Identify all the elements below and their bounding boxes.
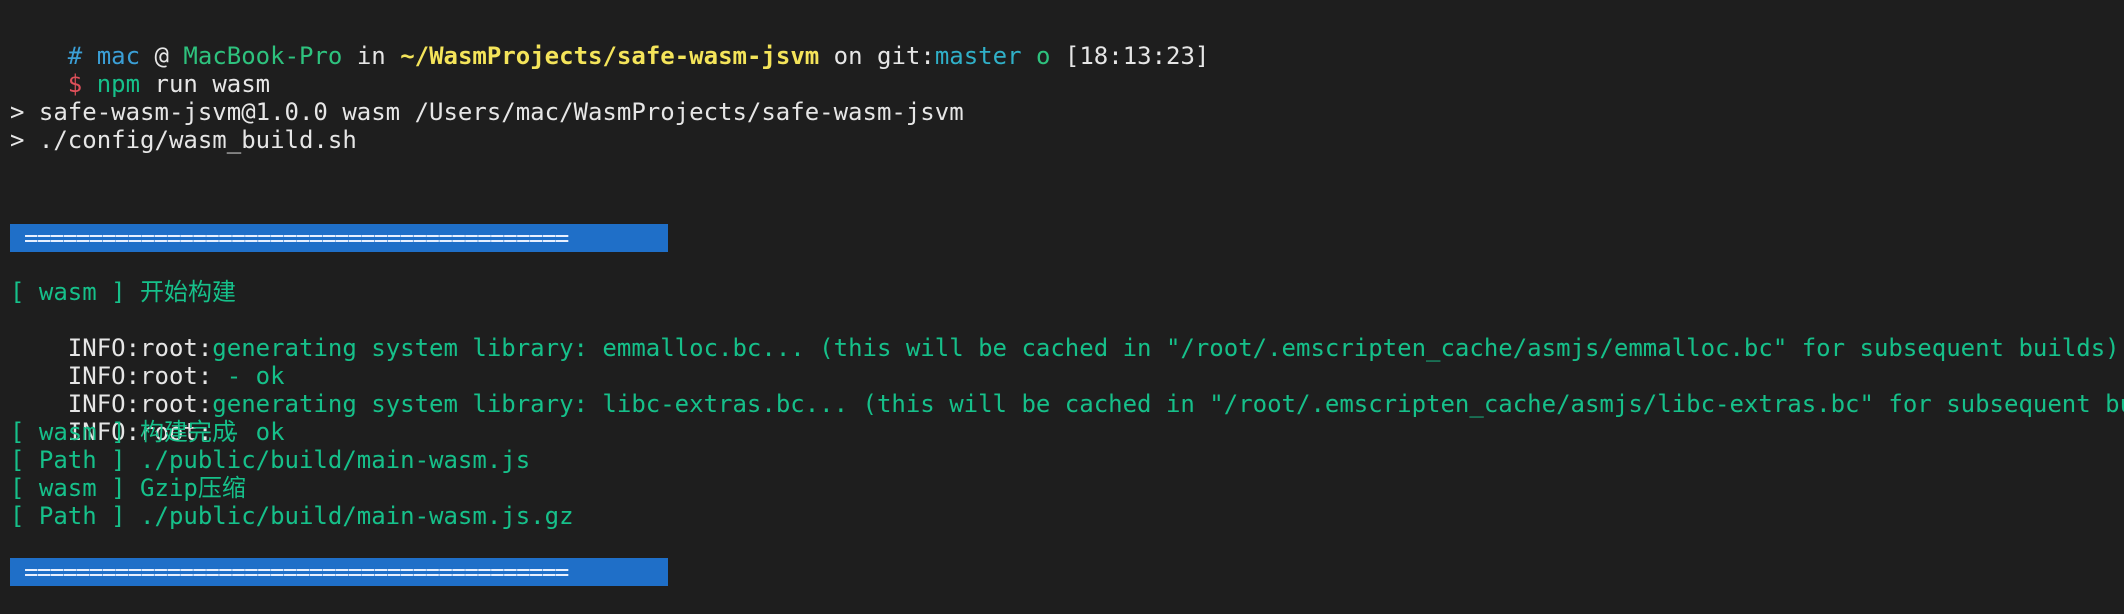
log-info-message: generating system library: libc-extras.b… <box>212 390 2124 418</box>
prompt-time: [18:13:23] <box>1064 42 1210 70</box>
log-path-gz: [ Path ] ./public/build/main-wasm.js.gz <box>10 502 574 530</box>
log-info-message: generating system library: emmalloc.bc..… <box>212 334 2120 362</box>
npm-output-line: > ./config/wasm_build.sh <box>10 126 357 154</box>
separator-row: ========================================… <box>10 558 2124 586</box>
separator-bar: ========================================… <box>10 558 668 586</box>
log-build-done: [ wasm ] 构建完成 <box>10 418 237 446</box>
log-build-start: [ wasm ] 开始构建 <box>10 278 237 306</box>
prompt-host: MacBook-Pro <box>183 42 343 70</box>
command-args: run wasm <box>154 70 271 98</box>
npm-output-line: > safe-wasm-jsvm@1.0.0 wasm /Users/mac/W… <box>10 98 964 126</box>
log-info-line: INFO:root:generating system library: lib… <box>10 362 2124 418</box>
log-info-prefix: INFO:root: <box>67 390 213 418</box>
command-bin: npm <box>96 70 141 98</box>
terminal-window[interactable]: # mac @ MacBook-Pro in ~/WasmProjects/sa… <box>0 0 2124 614</box>
prompt-hash: # <box>67 42 83 70</box>
prompt-path: ~/WasmProjects/safe-wasm-jsvm <box>400 42 820 70</box>
log-path-js: [ Path ] ./public/build/main-wasm.js <box>10 446 531 474</box>
prompt-on: on <box>833 42 863 70</box>
log-gzip: [ wasm ] Gzip压缩 <box>10 474 246 502</box>
prompt-user: mac <box>96 42 141 70</box>
log-info-message: - ok <box>212 362 285 390</box>
separator-row: ========================================… <box>10 224 2124 252</box>
prompt-line: # mac @ MacBook-Pro in ~/WasmProjects/sa… <box>10 14 2124 70</box>
prompt-at: @ <box>154 42 169 70</box>
prompt-git-status: o <box>1035 42 1051 70</box>
command-dollar: $ <box>67 70 83 98</box>
log-info-prefix: INFO:root: <box>67 362 213 390</box>
log-info-prefix: INFO:root: <box>67 334 213 362</box>
separator-bar: ========================================… <box>10 224 668 252</box>
prompt-in: in <box>356 42 386 70</box>
log-info-line: INFO:root:generating system library: emm… <box>10 306 2124 362</box>
prompt-branch: master <box>934 42 1022 70</box>
prompt-git-prefix: git: <box>877 42 935 70</box>
